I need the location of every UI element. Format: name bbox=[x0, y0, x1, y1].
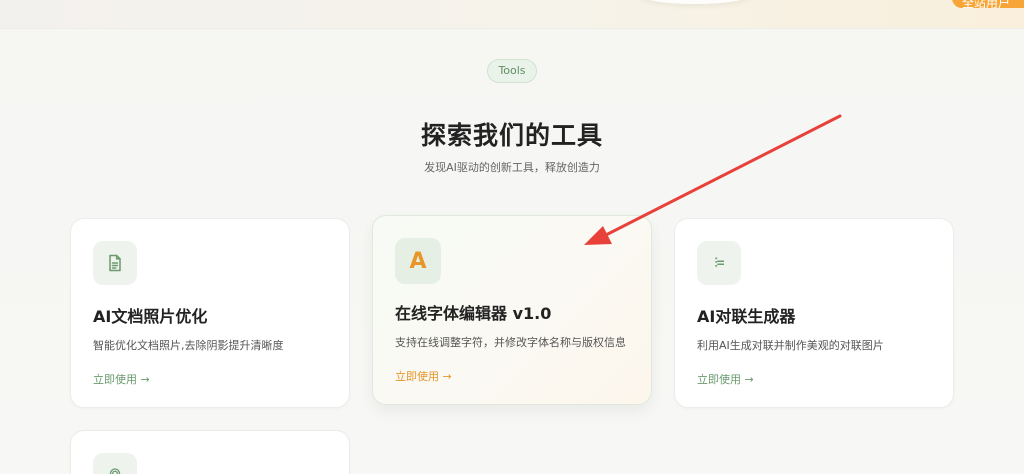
tool-card-title: 在线字体编辑器 v1.0 bbox=[395, 304, 552, 323]
section-subtitle: 发现AI驱动的创新工具，释放创造力 bbox=[424, 161, 600, 174]
banner-decoration bbox=[640, 0, 750, 4]
use-now-link[interactable]: 立即使用 → bbox=[697, 371, 754, 387]
tools-page: 全站用户 Tools 探索我们的工具 发现AI驱动的创新工具，释放创造力 AI文… bbox=[0, 0, 1024, 474]
tool-card-doc-photo[interactable]: AI文档照片优化 智能优化文档照片,去除阴影提升清晰度 立即使用 → bbox=[70, 218, 350, 408]
couplet-glyph: ⫶= bbox=[714, 255, 724, 271]
tool-card-description: 支持在线调整字符，并修改字体名称与版权信息 bbox=[395, 336, 626, 349]
tool-card-couplet[interactable]: ⫶= AI对联生成器 利用AI生成对联并制作美观的对联图片 立即使用 → bbox=[674, 218, 954, 408]
top-banner-strip: 全站用户 bbox=[0, 0, 1024, 29]
tool-card-title: AI对联生成器 bbox=[697, 307, 796, 326]
tool-card-partial[interactable] bbox=[70, 430, 350, 474]
use-now-link[interactable]: 立即使用 → bbox=[395, 368, 452, 384]
location-pin-icon bbox=[93, 453, 137, 474]
section-title: 探索我们的工具 bbox=[420, 121, 603, 150]
letter-a-glyph: A bbox=[409, 248, 427, 274]
tool-card-font-editor[interactable]: A 在线字体编辑器 v1.0 支持在线调整字符，并修改字体名称与版权信息 立即使… bbox=[372, 215, 652, 405]
couplet-icon: ⫶= bbox=[697, 241, 741, 285]
tool-card-description: 智能优化文档照片,去除阴影提升清晰度 bbox=[93, 339, 284, 352]
top-action-button[interactable]: 全站用户 bbox=[952, 0, 1024, 8]
letter-a-icon: A bbox=[395, 238, 441, 284]
tool-card-description: 利用AI生成对联并制作美观的对联图片 bbox=[697, 339, 884, 352]
use-now-link[interactable]: 立即使用 → bbox=[93, 371, 150, 387]
section-badge: Tools bbox=[487, 59, 537, 83]
tool-card-title: AI文档照片优化 bbox=[93, 307, 208, 326]
document-icon bbox=[93, 241, 137, 285]
